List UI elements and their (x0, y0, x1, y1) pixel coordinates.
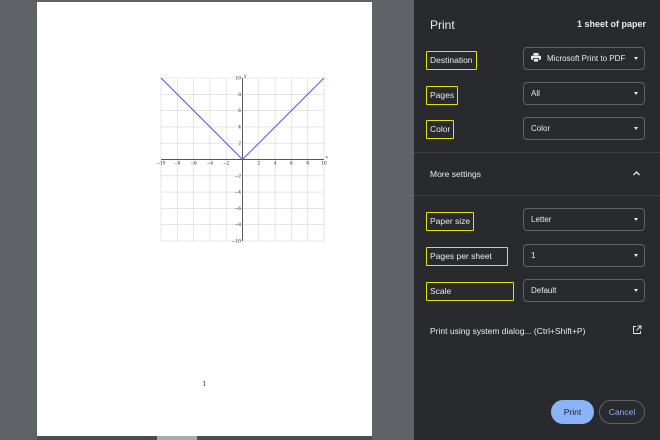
scale-value: Default (531, 286, 557, 295)
pages-select[interactable]: All (523, 82, 645, 105)
paper-size-label: Paper size (426, 212, 475, 231)
chevron-down-icon (634, 254, 638, 257)
pages-label: Pages (426, 86, 459, 105)
open-external-icon[interactable] (632, 325, 642, 335)
system-dialog-link[interactable]: Print using system dialog... (Ctrl+Shift… (430, 326, 585, 336)
y-tick-label: −10 (232, 240, 241, 245)
chevron-down-icon (634, 289, 638, 292)
printer-icon (531, 53, 541, 63)
paper-size-select[interactable]: Letter (523, 208, 645, 231)
divider (414, 195, 660, 196)
more-settings-toggle[interactable]: More settings (430, 169, 481, 179)
destination-value: Microsoft Print to PDF (547, 54, 626, 63)
cancel-button[interactable]: Cancel (599, 400, 645, 424)
horizontal-scrollbar[interactable] (37, 436, 372, 440)
chevron-down-icon (634, 127, 638, 130)
y-tick-label: −2 (235, 174, 242, 179)
x-tick-label: 6 (290, 162, 293, 167)
y-tick-label: −8 (235, 223, 242, 228)
y-tick-label: −4 (235, 191, 242, 196)
x-tick-label: 10 (321, 162, 327, 167)
y-tick-label: 8 (238, 93, 241, 98)
paper-size-value: Letter (531, 215, 552, 224)
divider (414, 152, 660, 153)
pages-per-sheet-label: Pages per sheet (426, 247, 508, 266)
x-tick-label: −4 (207, 162, 214, 167)
chevron-down-icon (634, 218, 638, 221)
preview-page: −10 −8 −6 −4 −2 2 4 6 8 10 10 8 6 4 2 −2 −4 −6 −8 −10 x y 1 (37, 2, 372, 436)
color-value: Color (531, 124, 551, 133)
x-axis-label: x (326, 156, 329, 161)
chevron-down-icon (634, 92, 638, 95)
vertical-scrollbar[interactable] (405, 0, 414, 440)
pages-per-sheet-select[interactable]: 1 (523, 244, 645, 267)
y-tick-label: 4 (238, 125, 241, 130)
x-tick-label: −8 (174, 162, 181, 167)
color-label: Color (426, 120, 455, 139)
sheet-count: 1 sheet of paper (576, 19, 646, 29)
chevron-down-icon (634, 57, 638, 60)
y-axis-label: y (243, 74, 247, 79)
print-preview-area: −10 −8 −6 −4 −2 2 4 6 8 10 10 8 6 4 2 −2 −4 −6 −8 −10 x y 1 (0, 0, 414, 440)
x-tick-label: −10 (156, 162, 165, 167)
preview-graph: −10 −8 −6 −4 −2 2 4 6 8 10 10 8 6 4 2 −2 −4 −6 −8 −10 x y (156, 74, 329, 245)
scrollbar-thumb[interactable] (157, 436, 197, 440)
color-select[interactable]: Color (523, 117, 645, 140)
destination-label: Destination (426, 51, 477, 70)
pages-per-sheet-value: 1 (531, 251, 536, 260)
x-tick-label: 8 (306, 162, 309, 167)
x-tick-label: −2 (223, 162, 230, 167)
pages-value: All (531, 89, 540, 98)
x-tick-label: −6 (190, 162, 197, 167)
print-button[interactable]: Print (551, 400, 594, 424)
y-tick-label: 2 (238, 142, 241, 147)
chevron-up-icon[interactable] (631, 168, 642, 179)
x-tick-label: 4 (274, 162, 277, 167)
scale-label: Scale (426, 282, 514, 301)
y-tick-label: 10 (236, 77, 242, 82)
y-tick-label: 6 (238, 109, 241, 114)
page-number: 1 (202, 381, 207, 388)
panel-title: Print (430, 18, 455, 32)
y-tick-label: −6 (235, 207, 242, 212)
scale-select[interactable]: Default (523, 279, 645, 302)
destination-select[interactable]: Microsoft Print to PDF (523, 47, 645, 70)
x-tick-label: 2 (257, 162, 260, 167)
